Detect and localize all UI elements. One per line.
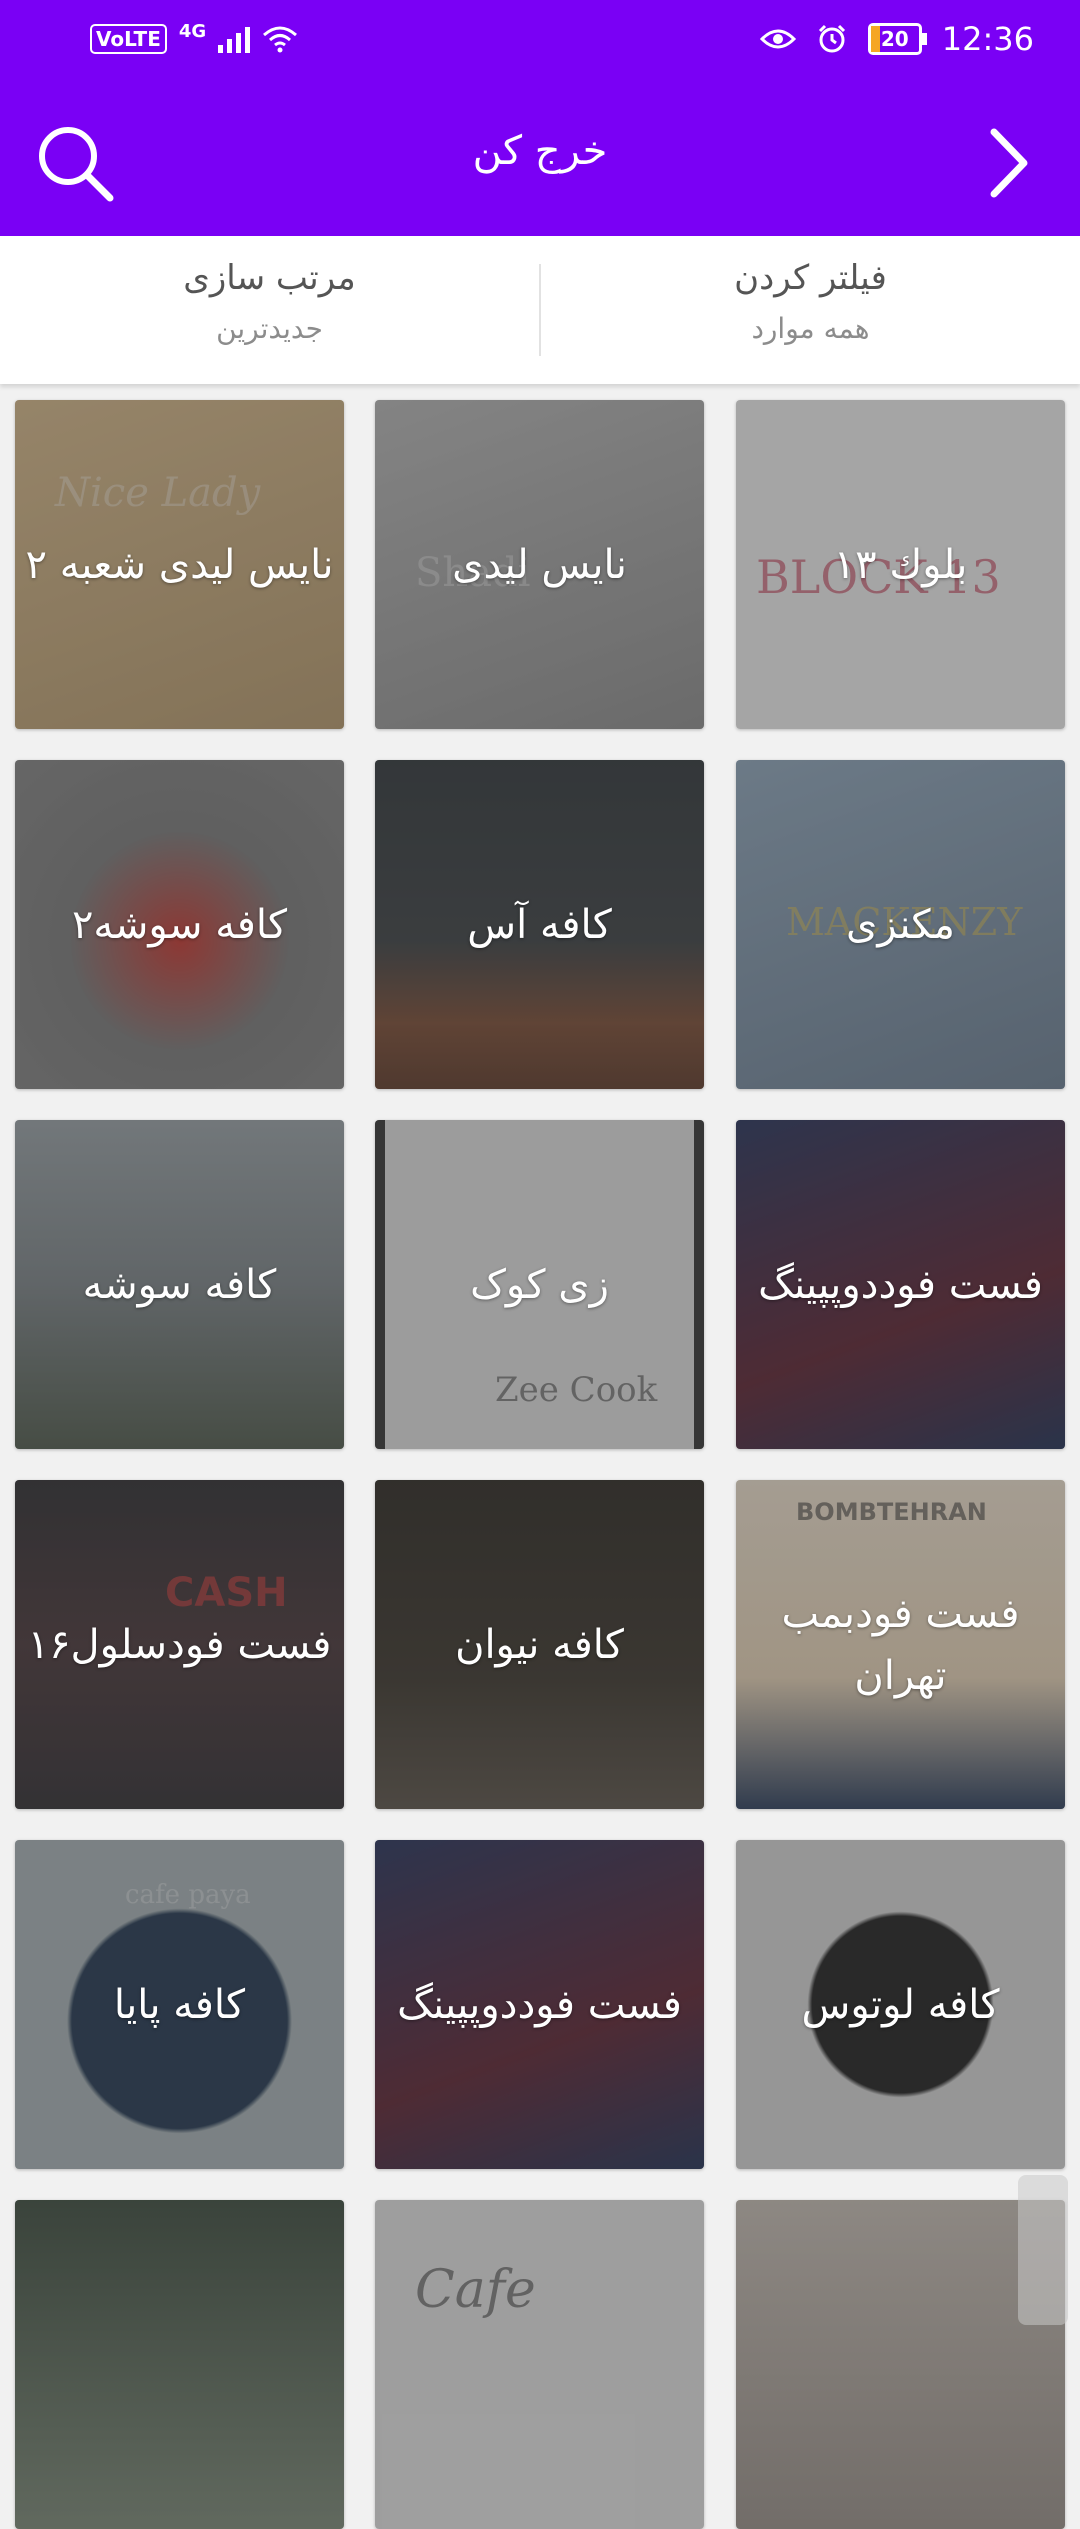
place-tile[interactable]: CASH فست فودسلول۱۶ [15,1480,344,1809]
tile-title: نایس لیدی شعبه ۲ [25,541,334,588]
tile-title: بلوك ۱۳ [833,541,968,588]
tile-title [746,2200,1055,2529]
tile-title: مکنزی [846,901,955,948]
tile-title: کافه لوتوس [801,1981,1000,2028]
place-tile[interactable]: کافه آس [375,760,704,1089]
tile-title: کافه سوشه۲ [71,901,288,948]
place-grid: BLOCK 13 بلوك ۱۳ Shadi نایس لیدی Nice La… [0,0,1080,2529]
tile-title: کافه سوشه [82,1261,277,1308]
place-tile[interactable]: Cafe [375,2200,704,2529]
place-tile[interactable]: BOMBTEHRAN فست فودبمب تهران [736,1480,1065,1809]
tile-title: فست فوددوپپینگ [397,1981,682,2028]
tile-title [385,2200,694,2529]
place-tile[interactable]: فست فوددوپپینگ [736,1120,1065,1449]
tile-title [25,2200,334,2529]
tile-title: کافه پایا [113,1981,246,2028]
tile-title: فست فودبمب تهران [781,1590,1020,1699]
tile-title: فست فوددوپپینگ [758,1261,1043,1308]
place-tile[interactable]: فست فوددوپپینگ [375,1840,704,2169]
place-tile[interactable]: کافه سوشه۲ [15,760,344,1089]
place-tile[interactable]: کافه لوتوس [736,1840,1065,2169]
place-tile[interactable]: MACKENZY مکنزی [736,760,1065,1089]
tile-title: فست فودسلول۱۶ [27,1621,332,1668]
place-tile[interactable]: cafe paya کافه پایا [15,1840,344,2169]
place-tile[interactable] [736,2200,1065,2529]
place-tile[interactable]: کافه نیوان [375,1480,704,1809]
place-tile[interactable]: Zee Cook زی کوک [375,1120,704,1449]
place-tile[interactable]: Nice Lady نایس لیدی شعبه ۲ [15,400,344,729]
tile-title: نایس لیدی [452,541,627,588]
place-tile[interactable]: BLOCK 13 بلوك ۱۳ [736,400,1065,729]
place-tile[interactable]: کافه سوشه [15,1120,344,1449]
place-tile[interactable] [15,2200,344,2529]
place-tile[interactable]: Shadi نایس لیدی [375,400,704,729]
tile-title: کافه نیوان [455,1621,624,1668]
tile-title: زی کوک [470,1261,609,1308]
store-watermark [1018,2175,1068,2325]
tile-title: کافه آس [467,901,612,948]
